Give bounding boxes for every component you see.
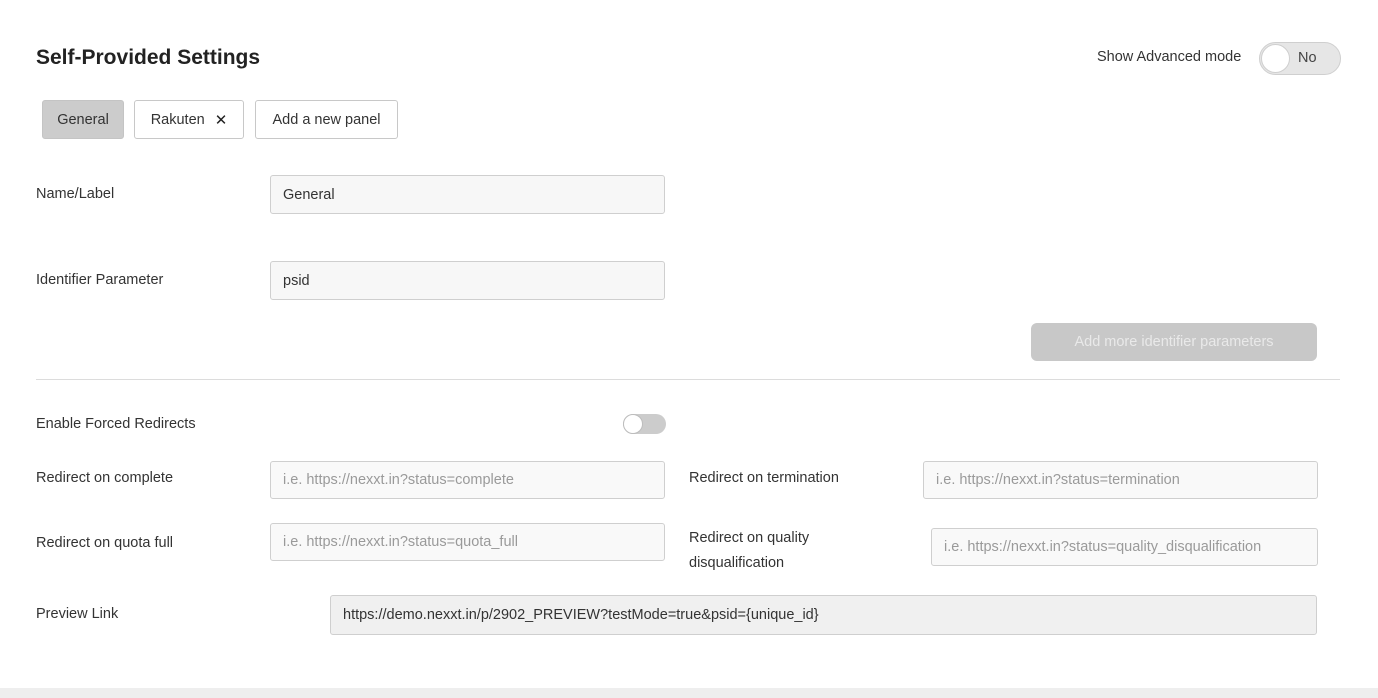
tab-general-label: General (57, 111, 109, 128)
add-panel-button[interactable]: Add a new panel (255, 100, 398, 139)
advanced-mode-value: No (1298, 50, 1317, 66)
tab-rakuten-label: Rakuten (150, 111, 205, 128)
bottom-strip (0, 688, 1378, 698)
advanced-mode-toggle[interactable]: No (1259, 42, 1341, 75)
forced-redirects-label: Enable Forced Redirects (36, 416, 196, 432)
toggle-knob (623, 414, 643, 434)
redirect-quota-label: Redirect on quota full (36, 535, 174, 551)
preview-label: Preview Link (36, 606, 119, 622)
redirect-complete-input[interactable]: i.e. https://nexxt.in?status=complete (270, 461, 665, 499)
section-divider (36, 379, 1340, 380)
identifier-label: Identifier Parameter (36, 272, 164, 288)
add-more-identifiers-button[interactable]: Add more identifier parameters (1031, 323, 1317, 361)
toggle-knob (1261, 44, 1290, 73)
name-label: Name/Label (36, 186, 115, 202)
preview-link-field[interactable]: https://demo.nexxt.in/p/2902_PREVIEW?tes… (330, 595, 1317, 635)
tab-rakuten[interactable]: Rakuten ✕ (134, 100, 244, 139)
page-title: Self-Provided Settings (36, 46, 261, 69)
advanced-mode-label: Show Advanced mode (1097, 49, 1242, 65)
redirect-quality-label-line2: disqualification (689, 555, 785, 571)
redirect-termination-label: Redirect on termination (689, 470, 839, 486)
redirect-quality-label-line1: Redirect on quality (689, 530, 810, 546)
redirect-quality-input[interactable]: i.e. https://nexxt.in?status=quality_dis… (931, 528, 1318, 566)
tab-general[interactable]: General (42, 100, 124, 139)
redirect-complete-label: Redirect on complete (36, 470, 174, 486)
forced-redirects-toggle[interactable] (623, 414, 666, 434)
add-panel-label: Add a new panel (272, 111, 381, 128)
redirect-quota-input[interactable]: i.e. https://nexxt.in?status=quota_full (270, 523, 665, 561)
redirect-quality-label: Redirect on quality disqualification (689, 526, 809, 576)
name-input[interactable]: General (270, 175, 665, 214)
redirect-termination-input[interactable]: i.e. https://nexxt.in?status=termination (923, 461, 1318, 499)
settings-card: Self-Provided Settings Show Advanced mod… (0, 0, 1378, 688)
identifier-input[interactable]: psid (270, 261, 665, 300)
close-icon[interactable]: ✕ (215, 111, 228, 129)
